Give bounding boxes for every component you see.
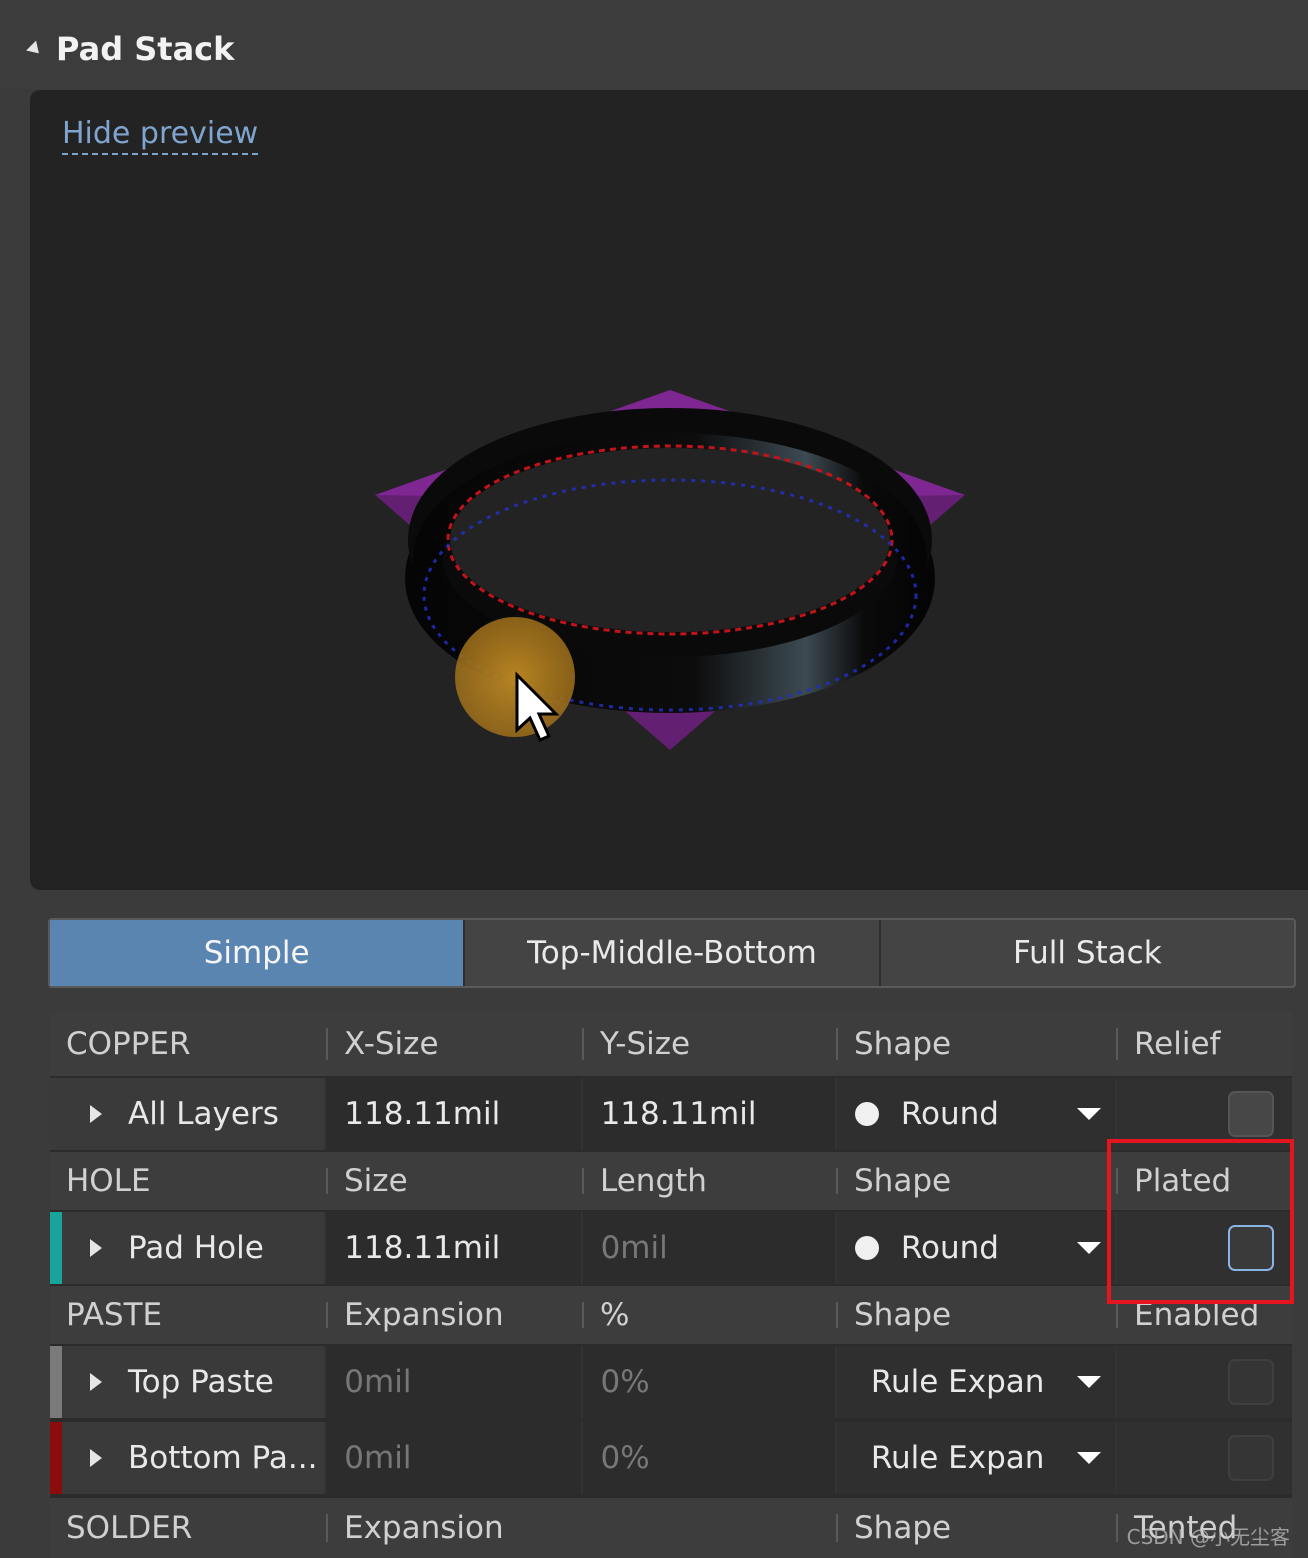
round-shape-icon xyxy=(854,1236,879,1260)
layer-color-strip xyxy=(50,1422,62,1494)
hole-section-label: HOLE xyxy=(66,1163,151,1199)
paste-header-row: PASTE Expansion % Shape Enabled xyxy=(50,1286,1292,1344)
solder-section-label: SOLDER xyxy=(66,1510,193,1546)
shape-dropdown[interactable]: Round xyxy=(836,1212,1115,1284)
pad-3d-preview[interactable]: Hide preview xyxy=(30,90,1308,890)
expand-arrow-icon[interactable] xyxy=(90,1373,102,1391)
hole-size-field[interactable]: 118.11mil xyxy=(326,1212,581,1284)
paste-shape-dropdown[interactable]: Rule Expan xyxy=(836,1346,1116,1418)
annotation-highlight-box xyxy=(1107,1139,1294,1304)
paste-row-top[interactable]: Top Paste 0mil 0% Rule Expan xyxy=(50,1346,1293,1418)
layer-name-cell[interactable]: All Layers xyxy=(50,1078,325,1150)
column-header: Size xyxy=(326,1152,582,1210)
copper-header-row: COPPER X-Size Y-Size Shape Relief xyxy=(50,1012,1292,1076)
round-shape-icon xyxy=(854,1102,879,1126)
dropdown-arrow-icon[interactable] xyxy=(1077,1452,1102,1464)
paste-row-bottom[interactable]: Bottom Pa... 0mil 0% Rule Expan xyxy=(50,1422,1293,1494)
relief-checkbox[interactable] xyxy=(1227,1091,1274,1137)
collapse-arrow-icon[interactable] xyxy=(26,40,44,59)
tab-simple[interactable]: Simple xyxy=(50,920,466,986)
tab-top-middle-bottom[interactable]: Top-Middle-Bottom xyxy=(465,920,881,986)
watermark: CSDN @小无尘客 xyxy=(1126,1525,1290,1549)
layer-name: Bottom Pa... xyxy=(128,1440,318,1476)
column-header xyxy=(582,1498,836,1558)
layer-name: Top Paste xyxy=(128,1364,274,1400)
x-size-field[interactable]: 118.11mil xyxy=(326,1078,581,1150)
copper-row-all-layers[interactable]: All Layers 118.11mil 118.11mil Round xyxy=(50,1078,1292,1150)
shape-value: Rule Expan xyxy=(870,1364,1045,1400)
expand-arrow-icon[interactable] xyxy=(90,1239,102,1257)
solder-header-row: SOLDER Expansion Shape Tented xyxy=(50,1498,1292,1558)
pad-stack-grid: COPPER X-Size Y-Size Shape Relief All La… xyxy=(50,1012,1293,1558)
pad-ring-render xyxy=(375,390,965,750)
paste-expansion-field: 0mil xyxy=(326,1346,581,1418)
paste-percent-field: 0% xyxy=(582,1422,835,1494)
column-header: Shape xyxy=(836,1286,1116,1344)
enabled-cell xyxy=(1117,1346,1293,1418)
column-header: Shape xyxy=(836,1152,1116,1210)
column-header: % xyxy=(582,1286,836,1344)
pad-stack-section-header[interactable]: Pad Stack xyxy=(0,0,1308,90)
enabled-cell xyxy=(1117,1422,1293,1494)
dropdown-arrow-icon[interactable] xyxy=(1076,1242,1101,1254)
layer-name-cell[interactable]: Pad Hole xyxy=(50,1212,325,1284)
paste-expansion-field: 0mil xyxy=(326,1422,581,1494)
shape-value: Rule Expan xyxy=(870,1440,1045,1476)
layer-name: All Layers xyxy=(128,1096,279,1132)
shape-value: Round xyxy=(900,1096,999,1132)
column-header: Expansion xyxy=(326,1498,582,1558)
layer-name: Pad Hole xyxy=(128,1230,264,1266)
column-header: Shape xyxy=(836,1498,1116,1558)
pad-mode-tabs: Simple Top-Middle-Bottom Full Stack xyxy=(48,918,1296,988)
hole-length-field: 0mil xyxy=(582,1212,835,1284)
paste-section-label: PASTE xyxy=(66,1297,163,1333)
column-header: Relief xyxy=(1116,1012,1292,1076)
layer-name-cell[interactable]: Top Paste xyxy=(50,1346,325,1418)
column-header: X-Size xyxy=(326,1012,582,1076)
copper-section-label: COPPER xyxy=(66,1026,191,1062)
enabled-checkbox[interactable] xyxy=(1228,1435,1275,1481)
expand-arrow-icon[interactable] xyxy=(90,1105,102,1123)
shape-dropdown[interactable]: Round xyxy=(836,1078,1115,1150)
y-size-field[interactable]: 118.11mil xyxy=(582,1078,835,1150)
shape-value: Round xyxy=(900,1230,999,1266)
hole-header-row: HOLE Size Length Shape Plated xyxy=(50,1152,1292,1210)
column-header: Expansion xyxy=(326,1286,582,1344)
dropdown-arrow-icon[interactable] xyxy=(1077,1376,1102,1388)
section-title: Pad Stack xyxy=(56,30,235,68)
layer-color-strip xyxy=(50,1346,62,1418)
cursor-highlight xyxy=(455,617,575,737)
expand-arrow-icon[interactable] xyxy=(90,1449,102,1467)
tab-full-stack[interactable]: Full Stack xyxy=(881,920,1294,986)
layer-name-cell[interactable]: Bottom Pa... xyxy=(50,1422,325,1494)
column-header: Length xyxy=(582,1152,836,1210)
paste-shape-dropdown[interactable]: Rule Expan xyxy=(836,1422,1116,1494)
column-header: Y-Size xyxy=(582,1012,836,1076)
layer-color-strip xyxy=(50,1212,62,1284)
hole-row-pad-hole[interactable]: Pad Hole 118.11mil 0mil Round xyxy=(50,1212,1292,1284)
paste-percent-field: 0% xyxy=(582,1346,835,1418)
enabled-checkbox[interactable] xyxy=(1228,1359,1275,1405)
dropdown-arrow-icon[interactable] xyxy=(1076,1108,1101,1120)
column-header: Shape xyxy=(836,1012,1116,1076)
